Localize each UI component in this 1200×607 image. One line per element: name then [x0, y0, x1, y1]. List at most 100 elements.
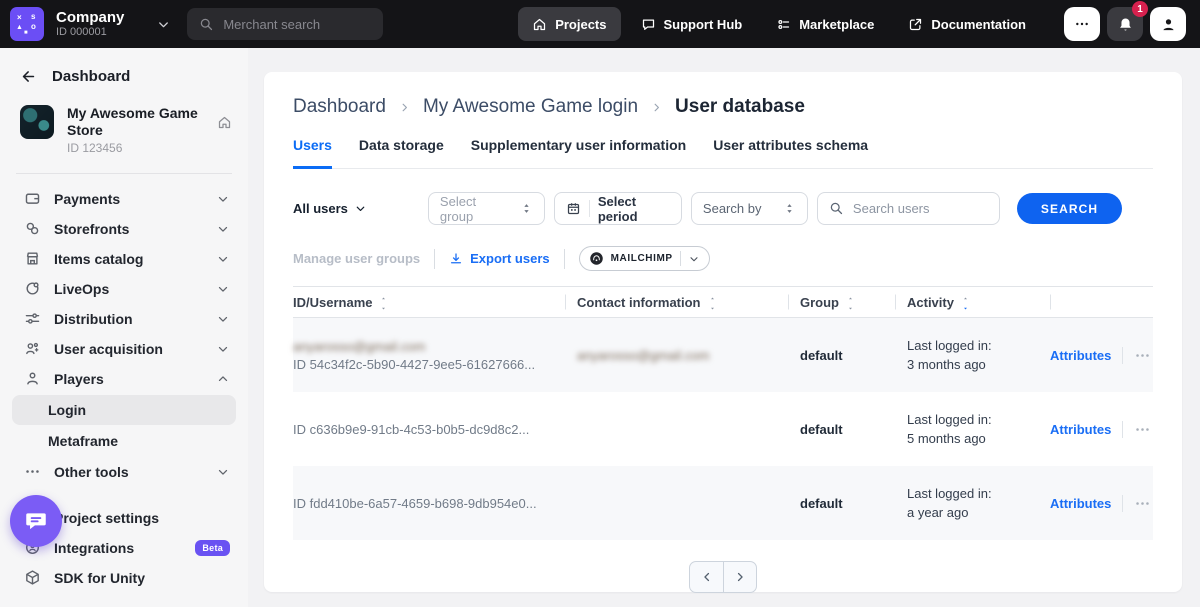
sidebar-item-label: User acquisition — [54, 341, 163, 357]
sidebar-item-user-acquisition[interactable]: User acquisition — [0, 334, 248, 364]
sidebar-item-payments[interactable]: Payments — [0, 184, 248, 214]
control-divider — [680, 251, 681, 266]
project-id: ID 123456 — [67, 141, 204, 155]
nav-marketplace[interactable]: Marketplace — [762, 7, 888, 41]
export-users-button[interactable]: Export users — [449, 251, 549, 266]
next-page-button[interactable] — [723, 562, 756, 592]
user-id: ID c636b9e9-91cb-4c53-b0b5-dc9d8c2... — [293, 422, 565, 437]
merchant-search[interactable] — [187, 8, 383, 40]
column-header-contact-information[interactable]: Contact information — [565, 287, 788, 317]
table-row[interactable]: ID c636b9e9-91cb-4c53-b0b5-dc9d8c2... de… — [293, 392, 1153, 466]
sidebar-item-sdk-for-unity[interactable]: SDK for Unity — [0, 563, 248, 593]
tab-user-attributes-schema[interactable]: User attributes schema — [713, 137, 868, 169]
search-icon — [829, 201, 844, 216]
user-id: ID 54c34f2c-5b90-4427-9ee5-61627666... — [293, 357, 565, 372]
table-row[interactable]: anyarosso@gmail.com ID 54c34f2c-5b90-442… — [293, 318, 1153, 392]
all-users-label: All users — [293, 201, 348, 216]
nav-documentation[interactable]: Documentation — [894, 7, 1040, 41]
sidebar-item-login[interactable]: Login — [12, 395, 236, 425]
activity-line1: Last logged in: — [907, 338, 1050, 354]
column-header-id-username[interactable]: ID/Username — [293, 287, 565, 317]
sidebar-item-liveops[interactable]: LiveOps — [0, 274, 248, 304]
column-label: Group — [800, 295, 839, 310]
sidebar-item-players[interactable]: Players — [0, 364, 248, 394]
search-by-label: Search by — [703, 201, 762, 216]
chat-fab-button[interactable] — [10, 495, 62, 547]
search-users-input[interactable] — [853, 201, 988, 216]
sidebar-subitem-label: Metaframe — [48, 433, 118, 449]
nav-marketplace-label: Marketplace — [799, 17, 874, 32]
download-icon — [449, 252, 463, 266]
company-block[interactable]: Company ID 000001 — [56, 9, 124, 39]
ellipsis-icon — [24, 463, 41, 480]
row-menu-button[interactable] — [1134, 347, 1151, 364]
sidebar-back-dashboard[interactable]: Dashboard — [0, 60, 248, 95]
row-menu-button[interactable] — [1134, 495, 1151, 512]
shop-icon — [24, 250, 41, 267]
breadcrumb-project-login[interactable]: My Awesome Game login — [423, 96, 638, 118]
activity-line1: Last logged in: — [907, 486, 1050, 502]
sliders-icon — [24, 310, 41, 327]
documentation-icon — [908, 17, 923, 32]
notifications-button[interactable]: 1 — [1107, 7, 1143, 41]
sidebar-item-storefronts[interactable]: Storefronts — [0, 214, 248, 244]
tab-users[interactable]: Users — [293, 137, 332, 169]
nav-projects[interactable]: Projects — [518, 7, 620, 41]
row-menu-button[interactable] — [1134, 421, 1151, 438]
sidebar-item-label: Items catalog — [54, 251, 143, 267]
sidebar-item-label: SDK for Unity — [54, 570, 145, 586]
search-users-box[interactable] — [817, 192, 1000, 225]
sidebar-item-other-tools[interactable]: Other tools — [0, 457, 248, 487]
wallet-icon — [24, 190, 41, 207]
more-menu-button[interactable] — [1064, 7, 1100, 41]
select-group-dropdown[interactable]: Select group — [428, 192, 545, 225]
chevron-down-icon — [216, 465, 230, 479]
manage-user-groups-button[interactable]: Manage user groups — [293, 251, 420, 266]
activity-line2: a year ago — [907, 505, 1050, 521]
sort-icon — [846, 296, 855, 311]
column-header-activity[interactable]: Activity — [895, 287, 1050, 317]
chevron-down-icon — [216, 282, 230, 296]
table-row[interactable]: ID fdd410be-6a57-4659-b698-9db954e0... d… — [293, 466, 1153, 540]
sidebar-item-metaframe[interactable]: Metaframe — [12, 426, 236, 456]
sort-icon-active — [961, 296, 970, 311]
filter-row: All users Select group Select period Sea… — [293, 192, 1153, 225]
back-arrow-icon — [20, 68, 37, 85]
marketplace-icon — [776, 17, 791, 32]
nav-support-hub[interactable]: Support Hub — [627, 7, 757, 41]
search-by-dropdown[interactable]: Search by — [691, 192, 808, 225]
sidebar-item-label: LiveOps — [54, 281, 109, 297]
chevron-down-icon — [688, 253, 700, 265]
sidebar-item-items-catalog[interactable]: Items catalog — [0, 244, 248, 274]
actions-divider — [434, 249, 435, 269]
ellipsis-icon — [1074, 16, 1090, 32]
contact-email-blurred: anyarosso@gmail.com — [577, 348, 709, 363]
top-nav: Projects Support Hub Marketplace Documen… — [518, 7, 1040, 41]
select-period-button[interactable]: Select period — [554, 192, 682, 225]
breadcrumb-dashboard[interactable]: Dashboard — [293, 96, 386, 118]
tab-supplementary-user-information[interactable]: Supplementary user information — [471, 137, 686, 169]
attributes-link[interactable]: Attributes — [1050, 496, 1111, 511]
mailchimp-dropdown[interactable]: MAILCHIMP — [579, 246, 710, 271]
tab-data-storage[interactable]: Data storage — [359, 137, 444, 169]
group-value: default — [788, 422, 895, 437]
sidebar-project[interactable]: My Awesome Game Store ID 123456 — [0, 95, 248, 163]
company-chevron-down-icon[interactable] — [156, 17, 171, 32]
sidebar-item-distribution[interactable]: Distribution — [0, 304, 248, 334]
sidebar-subitem-label: Login — [48, 402, 86, 418]
search-button[interactable]: SEARCH — [1017, 193, 1122, 224]
previous-page-button[interactable] — [690, 562, 723, 592]
user-email-blurred: anyarosso@gmail.com — [293, 339, 565, 354]
all-users-dropdown[interactable]: All users — [293, 201, 367, 216]
attributes-link[interactable]: Attributes — [1050, 348, 1111, 363]
company-logo[interactable]: ×s ▲o ■ — [10, 7, 44, 41]
users-icon — [24, 340, 41, 357]
column-header-group[interactable]: Group — [788, 287, 895, 317]
sidebar-item-label: Payments — [54, 191, 120, 207]
nav-documentation-label: Documentation — [931, 17, 1026, 32]
home-icon[interactable] — [217, 115, 232, 130]
attributes-link[interactable]: Attributes — [1050, 422, 1111, 437]
row-divider — [1122, 347, 1123, 364]
merchant-search-input[interactable] — [223, 17, 371, 32]
account-button[interactable] — [1150, 7, 1186, 41]
